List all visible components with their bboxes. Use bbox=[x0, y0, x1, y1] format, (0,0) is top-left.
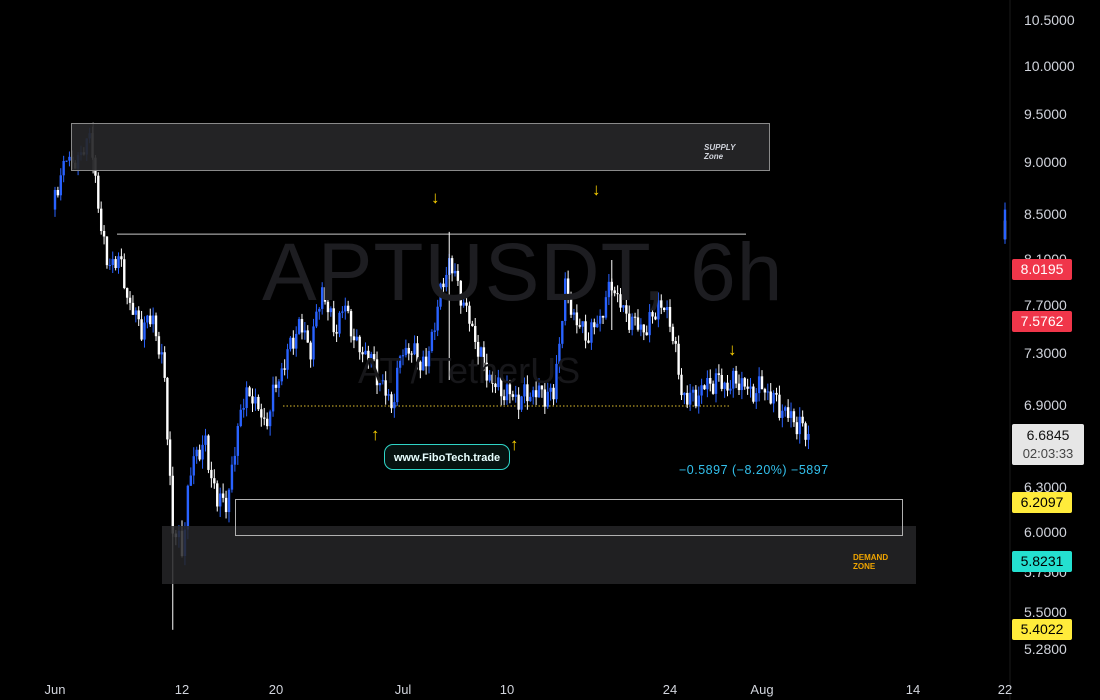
pair-watermark: AT / TetherUS bbox=[358, 350, 581, 391]
down-arrow-icon: ↓ bbox=[592, 180, 601, 199]
candle bbox=[248, 385, 251, 397]
candle bbox=[289, 336, 292, 352]
candle bbox=[520, 395, 523, 412]
website-badge[interactable]: www.FiboTech.trade bbox=[384, 444, 510, 470]
up-arrow-icon: ↑ bbox=[510, 435, 519, 454]
current-price: 6.6845 bbox=[1026, 427, 1070, 443]
down-arrow-icon: ↓ bbox=[431, 188, 440, 207]
price-tick: 6.0000 bbox=[1024, 524, 1067, 540]
price-tick: 6.9000 bbox=[1024, 397, 1067, 413]
price-level-tag: 5.8231 bbox=[1012, 551, 1072, 573]
price-tick: 9.5000 bbox=[1024, 106, 1067, 122]
price-tick: 10.0000 bbox=[1024, 58, 1075, 74]
candle bbox=[166, 376, 169, 446]
demand-zone-label: DEMAND ZONE bbox=[853, 553, 889, 571]
date-tick: 24 bbox=[662, 682, 678, 697]
candle bbox=[207, 434, 210, 474]
up-arrow-icon: ↑ bbox=[371, 425, 380, 444]
down-arrow-icon: ↓ bbox=[728, 340, 737, 359]
price-level-tag: 6.2097 bbox=[1012, 491, 1072, 513]
date-tick: 12 bbox=[174, 682, 190, 697]
current-price-tag: 6.6845 02:03:33 bbox=[1012, 424, 1084, 465]
price-tick: 8.5000 bbox=[1024, 206, 1067, 222]
supply-zone-label: SUPPLY Zone bbox=[704, 143, 736, 161]
price-level-tag: 5.4022 bbox=[1012, 619, 1072, 641]
candle bbox=[752, 383, 755, 404]
price-level-tag: 7.5762 bbox=[1012, 310, 1072, 332]
candle bbox=[97, 172, 100, 213]
price-tick: 7.3000 bbox=[1024, 345, 1067, 361]
date-tick: Aug bbox=[750, 682, 774, 697]
date-tick: 14 bbox=[905, 682, 921, 697]
date-tick: 20 bbox=[268, 682, 284, 697]
measurement-readout: −0.5897 (−8.20%) −5897 bbox=[679, 463, 829, 477]
date-tick: Jun bbox=[44, 682, 66, 697]
date-tick: 10 bbox=[499, 682, 515, 697]
symbol-watermark: APTUSDT, 6h bbox=[262, 227, 784, 318]
countdown-timer: 02:03:33 bbox=[1022, 446, 1074, 461]
candle bbox=[257, 394, 260, 412]
date-tick: 22 bbox=[997, 682, 1013, 697]
supply-zone[interactable] bbox=[71, 122, 770, 172]
price-tick: 5.5000 bbox=[1024, 604, 1067, 620]
candle bbox=[105, 236, 109, 269]
price-tick: 9.0000 bbox=[1024, 154, 1067, 170]
price-tick: 10.5000 bbox=[1024, 12, 1075, 28]
price-tick: 5.2800 bbox=[1024, 641, 1067, 657]
price-level-tag: 8.0195 bbox=[1012, 259, 1072, 281]
support-zone[interactable] bbox=[235, 498, 903, 537]
date-tick: Jul bbox=[394, 682, 412, 697]
